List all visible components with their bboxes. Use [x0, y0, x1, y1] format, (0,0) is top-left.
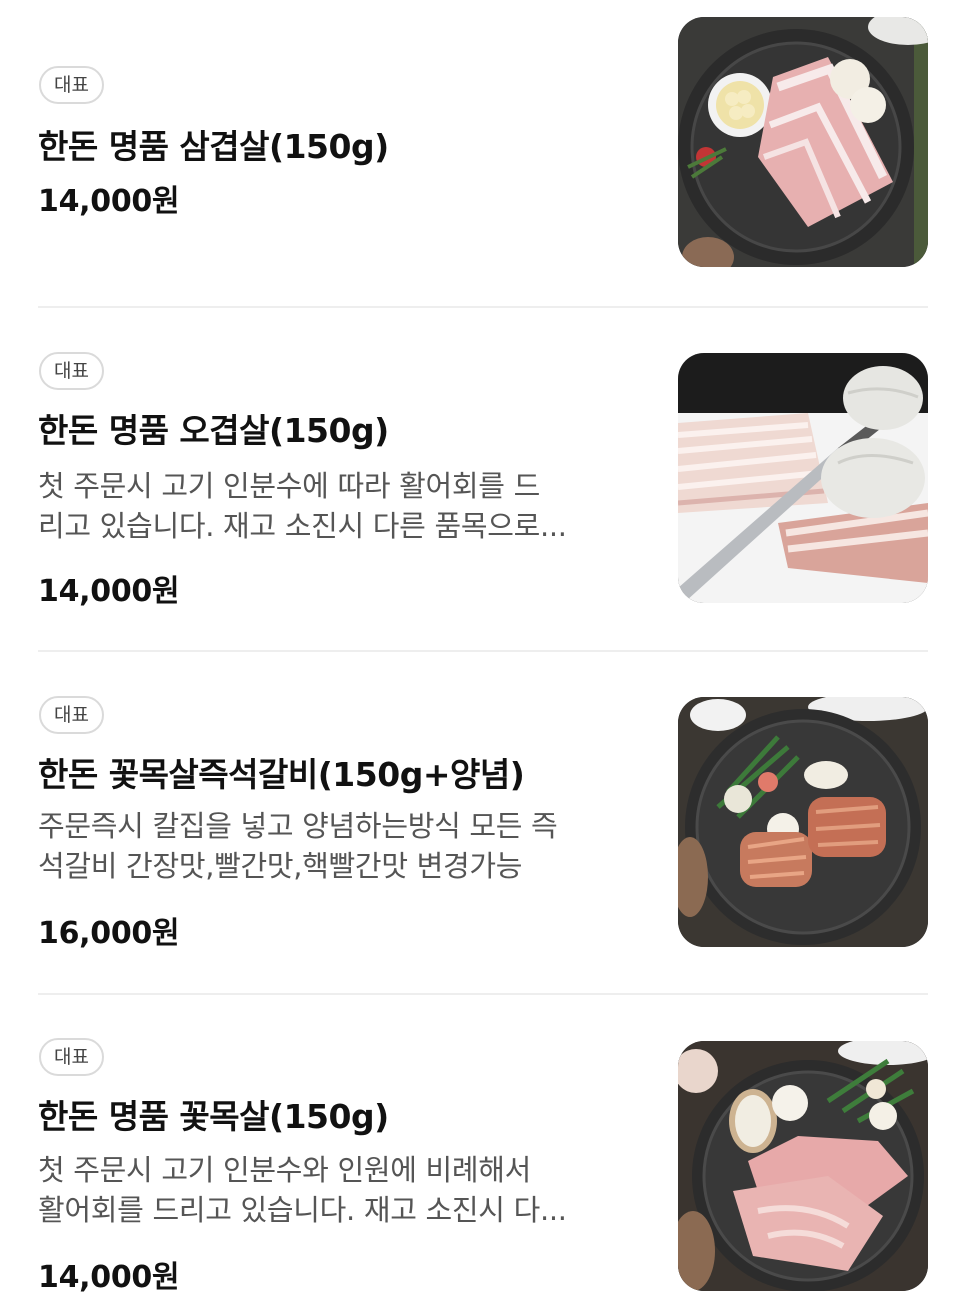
menu-item-image[interactable] — [678, 1041, 928, 1291]
description-line: 첫 주문시 고기 인분수에 따라 활어회를 드 — [38, 469, 540, 503]
menu-item-description: 첫 주문시 고기 인분수와 인원에 비례해서 활어회를 드리고 있습니다. 재고… — [38, 1150, 638, 1230]
pork-neck-plate-photo-icon — [678, 1041, 928, 1291]
menu-item-name: 한돈 명품 삼겹살(150g) — [38, 127, 389, 166]
divider — [38, 650, 928, 652]
menu-item-name: 한돈 명품 꽃목살(150g) — [38, 1097, 389, 1136]
menu-item-description: 주문즉시 칼집을 넣고 양념하는방식 모든 즉 석갈비 간장맛,빨간맛,핵빨간맛… — [38, 806, 638, 886]
description-line: 활어회를 드리고 있습니다. 재고 소진시 다... — [38, 1193, 567, 1227]
menu-item-price: 14,000원 — [38, 574, 180, 609]
representative-badge: 대표 — [39, 696, 104, 734]
representative-badge: 대표 — [39, 66, 104, 104]
menu-item-description: 첫 주문시 고기 인분수에 따라 활어회를 드 리고 있습니다. 재고 소진시 … — [38, 466, 638, 546]
menu-item-price: 14,000원 — [38, 1260, 180, 1295]
menu-item[interactable]: 대표 한돈 명품 삼겹살(150g) 14,000원 — [38, 16, 928, 306]
pork-slicing-photo-icon — [678, 353, 928, 603]
pork-belly-plate-photo-icon — [678, 17, 928, 267]
menu-item-name: 한돈 명품 오겹살(150g) — [38, 411, 389, 450]
menu-item[interactable]: 대표 한돈 명품 오겹살(150g) 첫 주문시 고기 인분수에 따라 활어회를… — [38, 352, 928, 648]
menu-item-image[interactable] — [678, 353, 928, 603]
menu-item[interactable]: 대표 한돈 꽃목살즉석갈비(150g+양념) 주문즉시 칼집을 넣고 양념하는방… — [38, 696, 928, 992]
divider — [38, 993, 928, 995]
menu-item-image[interactable] — [678, 17, 928, 267]
representative-badge: 대표 — [39, 1038, 104, 1076]
menu-item-price: 14,000원 — [38, 184, 180, 219]
description-line: 첫 주문시 고기 인분수와 인원에 비례해서 — [38, 1153, 532, 1187]
description-line: 주문즉시 칼집을 넣고 양념하는방식 모든 즉 — [38, 809, 558, 843]
menu-item-image[interactable] — [678, 697, 928, 947]
description-line: 리고 있습니다. 재고 소진시 다른 품목으로... — [38, 509, 567, 543]
representative-badge: 대표 — [39, 352, 104, 390]
divider — [38, 306, 928, 308]
menu-item[interactable]: 대표 한돈 명품 꽃목살(150g) 첫 주문시 고기 인분수와 인원에 비례해… — [38, 1038, 928, 1306]
menu-item-name: 한돈 꽃목살즉석갈비(150g+양념) — [38, 755, 525, 794]
description-line: 석갈비 간장맛,빨간맛,핵빨간맛 변경가능 — [38, 849, 523, 883]
menu-item-price: 16,000원 — [38, 916, 180, 951]
marinated-galbi-plate-photo-icon — [678, 697, 928, 947]
menu-list: 대표 한돈 명품 삼겹살(150g) 14,000원 대표 한돈 명품 오겹살(… — [0, 0, 966, 1306]
